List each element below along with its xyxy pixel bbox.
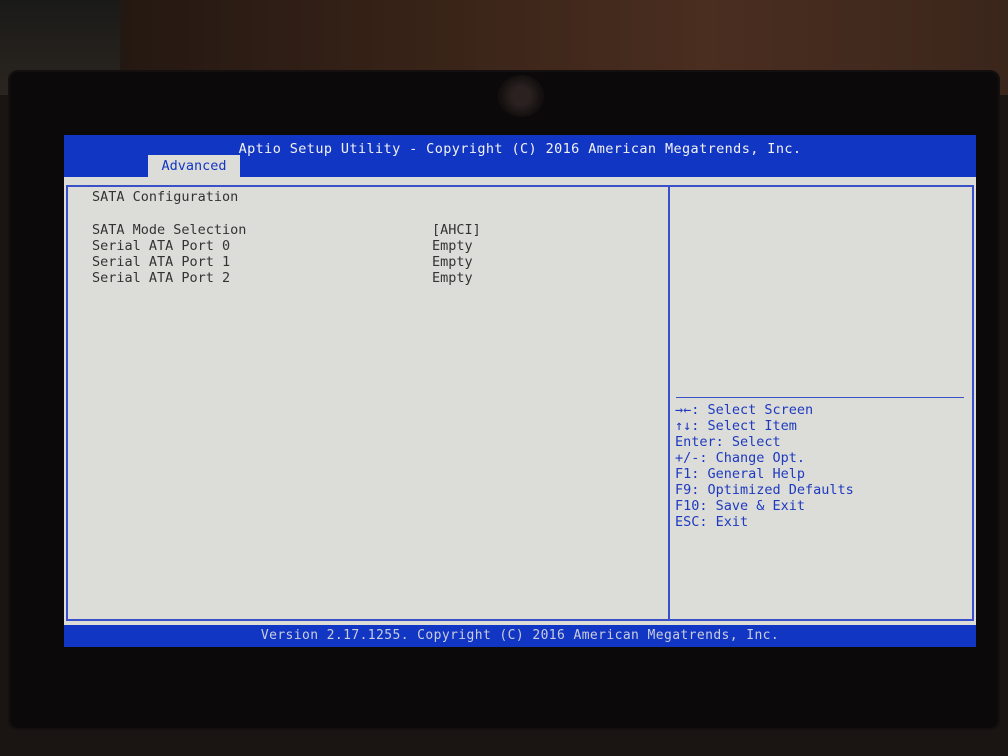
setting-label: Serial ATA Port 0	[92, 238, 231, 254]
bios-screen: Aptio Setup Utility - Copyright (C) 2016…	[64, 135, 976, 647]
setting-label: Serial ATA Port 1	[92, 254, 231, 270]
setting-value: Empty	[432, 270, 473, 286]
tab-advanced[interactable]: Advanced	[148, 155, 240, 177]
setting-label: Serial ATA Port 2	[92, 270, 231, 286]
key-general-help: F1: General Help	[675, 466, 806, 482]
key-legend: →←: Select Screen ↑↓: Select Item Enter:…	[675, 402, 965, 530]
settings-pane: SATA Configuration SATA Mode Selection […	[92, 187, 652, 607]
setting-row-sata-mode[interactable]: SATA Mode Selection [AHCI]	[92, 222, 652, 238]
key-select-item: ↑↓: Select Item	[675, 418, 797, 434]
setting-value: Empty	[432, 238, 473, 254]
setting-row-port-1: Serial ATA Port 1 Empty	[92, 254, 652, 270]
pane-divider	[668, 185, 670, 621]
setting-value: Empty	[432, 254, 473, 270]
key-optimized-defaults: F9: Optimized Defaults	[675, 482, 854, 498]
footer-bar: Version 2.17.1255. Copyright (C) 2016 Am…	[64, 625, 976, 647]
version-text: Version 2.17.1255. Copyright (C) 2016 Am…	[260, 628, 780, 643]
key-save-exit: F10: Save & Exit	[675, 498, 806, 514]
key-change-opt: +/-: Change Opt.	[675, 450, 806, 466]
setting-row-port-2: Serial ATA Port 2 Empty	[92, 270, 652, 286]
setting-row-port-0: Serial ATA Port 0 Empty	[92, 238, 652, 254]
title-bar: Aptio Setup Utility - Copyright (C) 2016…	[64, 135, 976, 177]
help-divider	[676, 397, 964, 398]
key-select-screen: →←: Select Screen	[675, 402, 814, 418]
key-enter-select: Enter: Select	[675, 434, 781, 450]
section-title: SATA Configuration	[92, 189, 239, 205]
setting-label: SATA Mode Selection	[92, 222, 247, 238]
setting-value[interactable]: [AHCI]	[432, 222, 481, 238]
key-esc-exit: ESC: Exit	[675, 514, 749, 530]
item-help-area	[676, 190, 966, 390]
webcam-icon	[498, 75, 544, 117]
